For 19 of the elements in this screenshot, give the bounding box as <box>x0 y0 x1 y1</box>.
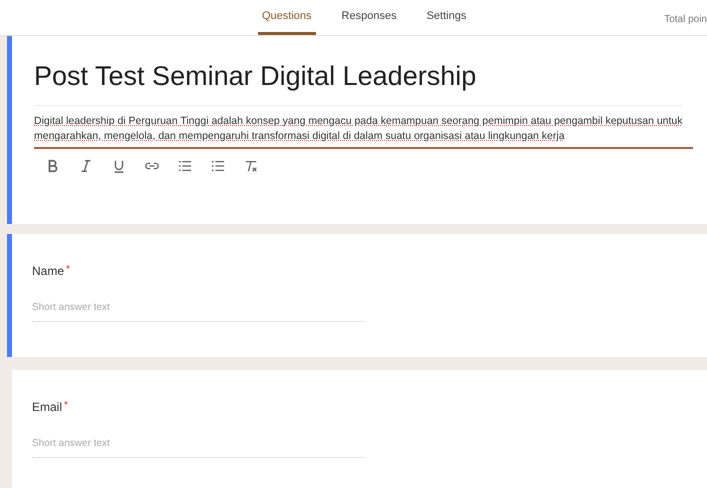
tab[interactable]: Responses <box>338 8 401 35</box>
question-card[interactable]: Name * Short answer text <box>7 234 707 357</box>
required-asterisk: * <box>64 399 68 413</box>
form-title[interactable]: Post Test Seminar Digital Leadership <box>34 56 683 106</box>
form-description-field[interactable]: Digital leadership di Perguruan Tinggi adalah konsep yang mengacu pada kemampuan seorang pemimpin atau pengambil keputusan untuk mengarahkan, mengelola, dan mempengaruhi transformasi digital di dalam suatu organisasi atau lingkungan kerja <box>34 114 693 148</box>
clear-formatting-icon[interactable] <box>244 158 258 172</box>
question-title: Name <box>32 263 64 280</box>
question-card[interactable]: Email * Short answer text <box>12 370 707 488</box>
underline-icon[interactable] <box>112 158 126 172</box>
short-answer-field[interactable]: Short answer text <box>32 436 364 458</box>
short-answer-field[interactable]: Short answer text <box>32 300 364 322</box>
form-header-card[interactable] <box>7 36 707 224</box>
bulleted-list-icon[interactable] <box>211 158 225 172</box>
required-asterisk: * <box>66 263 70 277</box>
question-title: Email <box>32 399 62 416</box>
tab[interactable]: Settings <box>422 8 470 35</box>
total-points-label: Total poin <box>664 13 707 27</box>
italic-icon[interactable] <box>79 158 93 172</box>
bold-icon[interactable] <box>46 158 60 172</box>
